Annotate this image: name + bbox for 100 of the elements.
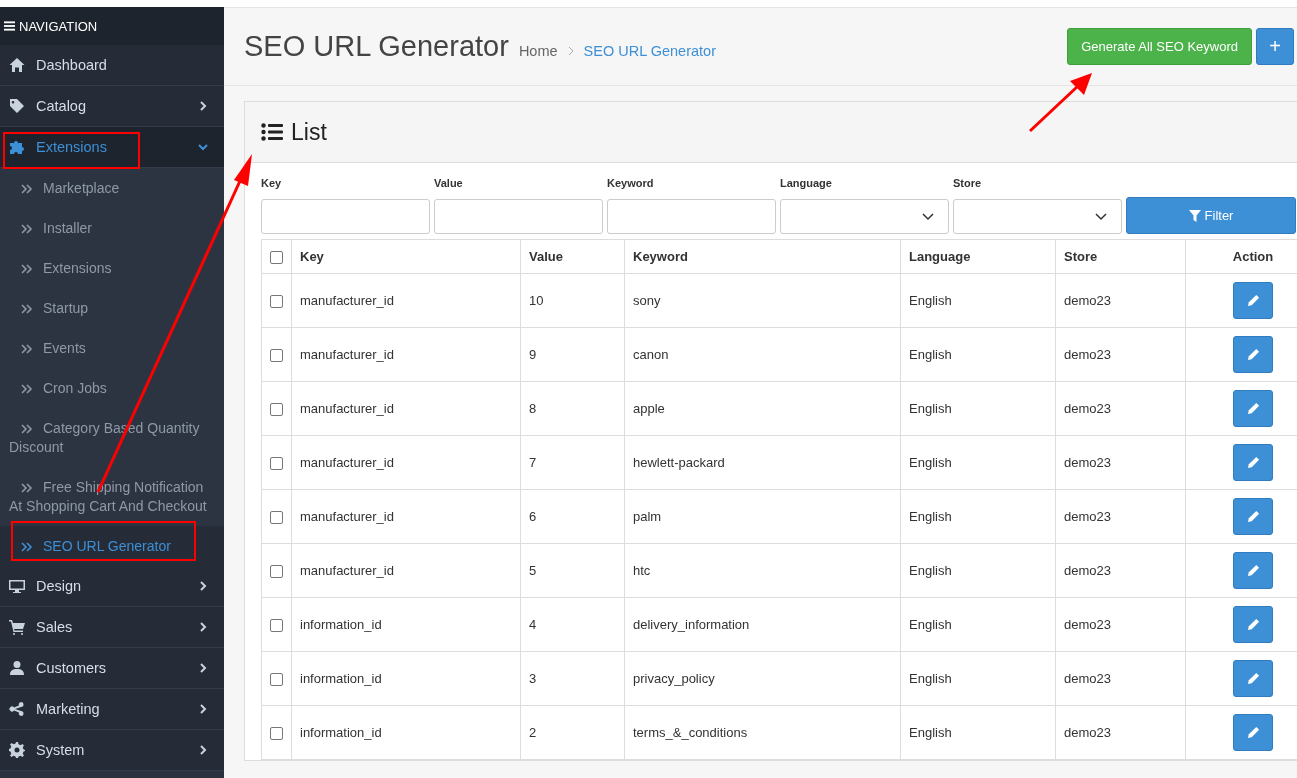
- pencil-icon: [1246, 348, 1260, 361]
- edit-button[interactable]: [1233, 336, 1273, 373]
- table-cell: 8: [529, 401, 537, 416]
- pencil-icon: [1246, 294, 1260, 307]
- row-checkbox[interactable]: [270, 673, 283, 687]
- table-cell: English: [909, 617, 952, 632]
- edit-button[interactable]: [1233, 552, 1273, 589]
- submenu-item[interactable]: Cron Jobs: [0, 368, 224, 408]
- share-icon: [9, 701, 25, 717]
- submenu-item[interactable]: Marketplace: [0, 168, 224, 208]
- row-checkbox[interactable]: [270, 619, 283, 633]
- edit-button[interactable]: [1233, 390, 1273, 427]
- table-cell: manufacturer_id: [300, 293, 394, 308]
- table-cell: demo23: [1064, 671, 1111, 686]
- double-chevron-icon: [21, 542, 33, 552]
- breadcrumb-link[interactable]: SEO URL Generator: [583, 42, 716, 59]
- table-cell: 7: [529, 455, 537, 470]
- annotation-arrow: [1028, 73, 1092, 133]
- column-header[interactable]: Keyword: [633, 249, 688, 264]
- table-cell: information_id: [300, 671, 382, 686]
- double-chevron-icon: [21, 384, 33, 394]
- table-cell: apple: [633, 401, 665, 416]
- submenu-item[interactable]: Extensions: [0, 248, 224, 288]
- sidebar-item[interactable]: System: [0, 730, 224, 771]
- puzzle-icon: [9, 139, 25, 155]
- pencil-icon: [1246, 510, 1260, 523]
- submenu-item[interactable]: SEO URL Generator: [0, 526, 224, 566]
- filter-input-field[interactable]: [434, 199, 603, 234]
- submenu-item[interactable]: Installer: [0, 208, 224, 248]
- row-checkbox[interactable]: [270, 565, 283, 579]
- table-cell: sony: [633, 293, 661, 308]
- double-chevron-icon: [21, 304, 33, 314]
- edit-button[interactable]: [1233, 660, 1273, 697]
- table-cell: demo23: [1064, 401, 1111, 416]
- navigation-title: NAVIGATION: [19, 18, 98, 34]
- user-icon: [9, 660, 25, 676]
- pencil-icon: [1246, 456, 1260, 469]
- pencil-icon: [1246, 618, 1260, 631]
- table-cell: information_id: [300, 725, 382, 740]
- filter-label: Store: [953, 177, 983, 189]
- table-cell: English: [909, 563, 952, 578]
- pencil-icon: [1246, 564, 1260, 577]
- sidebar-item[interactable]: Dashboard: [0, 45, 224, 86]
- column-header[interactable]: Value: [529, 249, 563, 264]
- column-header[interactable]: Action: [1232, 249, 1274, 264]
- column-header[interactable]: Store: [1064, 249, 1098, 264]
- filter-button[interactable]: Filter: [1126, 197, 1296, 234]
- filter-input-field[interactable]: [607, 199, 776, 234]
- table-cell: English: [909, 455, 952, 470]
- breadcrumb-separator-icon: [567, 45, 574, 56]
- table-cell: 5: [529, 563, 537, 578]
- table-cell: demo23: [1064, 455, 1111, 470]
- select-all-checkbox[interactable]: [270, 251, 283, 265]
- edit-button[interactable]: [1233, 444, 1273, 481]
- row-checkbox[interactable]: [270, 349, 283, 363]
- row-checkbox[interactable]: [270, 511, 283, 525]
- edit-button[interactable]: [1233, 714, 1273, 751]
- row-checkbox[interactable]: [270, 727, 283, 741]
- column-header[interactable]: Key: [300, 249, 324, 264]
- table-cell: privacy_policy: [633, 671, 715, 686]
- table-cell: 10: [529, 293, 544, 308]
- double-chevron-icon: [21, 344, 33, 354]
- submenu-item[interactable]: Startup: [0, 288, 224, 328]
- table-cell: English: [909, 401, 952, 416]
- table-cell: manufacturer_id: [300, 509, 394, 524]
- menu-icon[interactable]: [4, 21, 15, 31]
- row-checkbox[interactable]: [270, 457, 283, 471]
- sidebar-item[interactable]: Extensions: [0, 127, 224, 168]
- add-button[interactable]: +: [1256, 28, 1294, 65]
- double-chevron-icon: [21, 224, 33, 234]
- double-chevron-icon: [21, 424, 33, 434]
- edit-button[interactable]: [1233, 498, 1273, 535]
- table-cell: htc: [633, 563, 651, 578]
- double-chevron-icon: [21, 184, 33, 194]
- row-checkbox[interactable]: [270, 295, 283, 309]
- edit-button[interactable]: [1233, 282, 1273, 319]
- sidebar-item[interactable]: Design: [0, 566, 224, 607]
- pencil-icon: [1246, 726, 1260, 739]
- table-cell: 2: [529, 725, 537, 740]
- filter-input-field[interactable]: [261, 199, 430, 234]
- double-chevron-icon: [21, 264, 33, 274]
- sidebar-item[interactable]: Customers: [0, 648, 224, 689]
- sidebar-item[interactable]: Marketing: [0, 689, 224, 730]
- sidebar-item[interactable]: Catalog: [0, 86, 224, 127]
- breadcrumb-link[interactable]: Home: [518, 42, 558, 59]
- list-icon: [261, 123, 283, 141]
- edit-button[interactable]: [1233, 606, 1273, 643]
- double-chevron-icon: [21, 483, 33, 493]
- table-cell: demo23: [1064, 293, 1111, 308]
- sidebar-item[interactable]: Sales: [0, 607, 224, 648]
- table-cell: demo23: [1064, 725, 1111, 740]
- submenu-item[interactable]: Events: [0, 328, 224, 368]
- table-cell: English: [909, 725, 952, 740]
- generate-keywords-button[interactable]: Generate All SEO Keyword: [1067, 28, 1252, 65]
- page-title: SEO URL Generator: [244, 30, 509, 63]
- table-cell: 9: [529, 347, 537, 362]
- table-cell: English: [909, 293, 952, 308]
- home-icon: [9, 57, 25, 73]
- row-checkbox[interactable]: [270, 403, 283, 417]
- column-header[interactable]: Language: [909, 249, 971, 264]
